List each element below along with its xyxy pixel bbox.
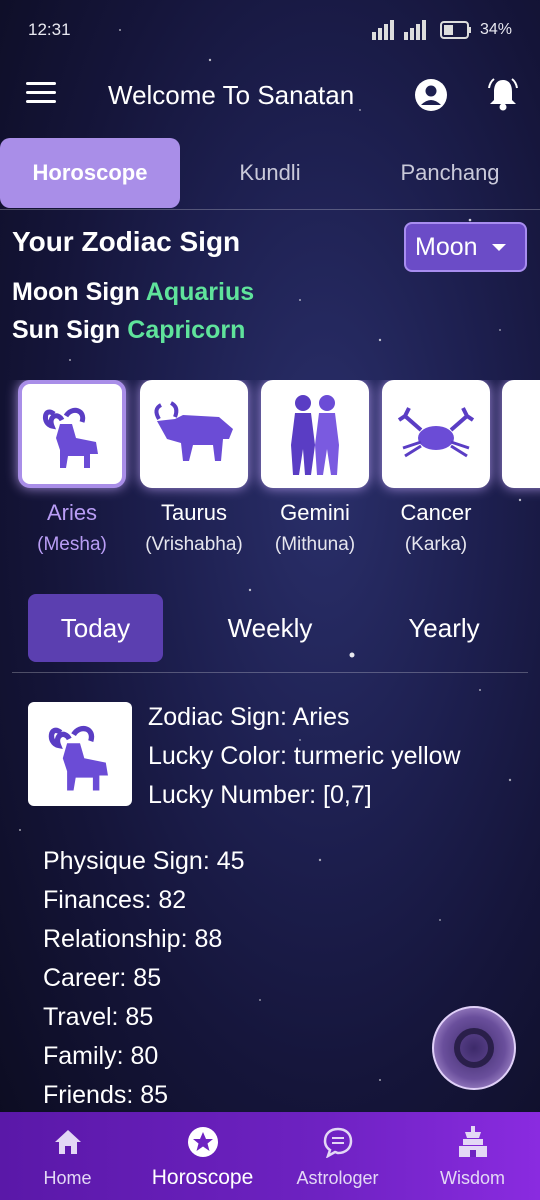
aries-icon bbox=[43, 407, 98, 468]
stat-finances: Finances: 82 bbox=[43, 886, 187, 914]
tab-yearly[interactable]: Yearly bbox=[375, 594, 513, 662]
horoscope-stats: Physique Sign: 45 Finances: 82 Relations… bbox=[43, 842, 245, 1115]
battery-percent: 34% bbox=[479, 21, 512, 38]
app-bar: Welcome To Sanatan bbox=[0, 62, 540, 128]
app-title: Welcome To Sanatan bbox=[108, 80, 355, 110]
zodiac-subname: (Mithuna) bbox=[274, 534, 356, 555]
moon-sign-line: Moon Sign Aquarius bbox=[12, 278, 255, 306]
zodiac-subname: (Mesha) bbox=[37, 534, 107, 555]
leo-icon bbox=[502, 380, 540, 488]
stat-family: Family: 80 bbox=[43, 1042, 159, 1070]
orb-icon bbox=[454, 1028, 494, 1068]
zodiac-name: Cancer bbox=[400, 500, 472, 525]
tab-panchang[interactable]: Panchang bbox=[360, 138, 540, 208]
chevron-down-icon bbox=[491, 243, 506, 251]
assistant-fab[interactable] bbox=[432, 1006, 516, 1090]
star-icon bbox=[187, 1127, 218, 1157]
zodiac-card-cancer[interactable]: Cancer (Karka) bbox=[382, 380, 490, 556]
zodiac-card-taurus[interactable]: Taurus (Vrishabha) bbox=[140, 380, 248, 556]
temple-icon bbox=[458, 1126, 487, 1157]
menu-icon[interactable] bbox=[26, 82, 56, 106]
home-icon bbox=[54, 1130, 81, 1154]
bottom-nav: Home Horoscope Astrologer Wisdom bbox=[0, 1112, 540, 1200]
tab-kundli[interactable]: Kundli bbox=[180, 138, 360, 208]
nav-wisdom[interactable]: Wisdom bbox=[405, 1112, 540, 1200]
main-tabs: Horoscope Kundli Panchang bbox=[0, 138, 540, 210]
gemini-icon bbox=[291, 395, 339, 475]
moon-sign-value: Aquarius bbox=[145, 278, 255, 306]
tab-weekly[interactable]: Weekly bbox=[200, 594, 340, 662]
signal-icon bbox=[371, 20, 426, 40]
zodiac-carousel[interactable]: Aries (Mesha) Taurus (Vrishabha) Gemini … bbox=[0, 380, 540, 560]
zodiac-name: Aries bbox=[46, 500, 98, 525]
zodiac-name: Taurus bbox=[160, 500, 228, 525]
battery-icon bbox=[439, 21, 471, 39]
status-bar: 12:31 34% bbox=[0, 0, 540, 60]
zodiac-card-gemini[interactable]: Gemini (Mithuna) bbox=[261, 380, 369, 556]
stat-career: Career: 85 bbox=[43, 964, 162, 992]
zodiac-details: Zodiac Sign: Aries Lucky Color: turmeric… bbox=[148, 698, 461, 815]
nav-horoscope[interactable]: Horoscope bbox=[135, 1112, 270, 1200]
taurus-icon bbox=[154, 401, 233, 461]
notification-bell-icon[interactable] bbox=[486, 76, 520, 112]
sign-type-dropdown[interactable]: Moon bbox=[404, 222, 527, 272]
zodiac-subname: (Vrishabha) bbox=[145, 534, 243, 555]
stat-friends: Friends: 85 bbox=[43, 1081, 169, 1109]
zodiac-subname: (Karka) bbox=[404, 534, 468, 555]
tab-today[interactable]: Today bbox=[28, 594, 163, 662]
aries-icon bbox=[48, 725, 108, 791]
stat-relationship: Relationship: 88 bbox=[43, 925, 223, 953]
cancer-icon bbox=[397, 407, 475, 458]
detail-zodiac-sign: Zodiac Sign: Aries bbox=[148, 703, 350, 731]
detail-lucky-number: Lucky Number: [0,7] bbox=[148, 781, 372, 809]
tab-horoscope[interactable]: Horoscope bbox=[0, 138, 180, 208]
nav-astrologer[interactable]: Astrologer bbox=[270, 1112, 405, 1200]
sun-sign-value: Capricorn bbox=[127, 316, 246, 344]
status-icons: 34% bbox=[371, 20, 512, 40]
zodiac-name: Gemini bbox=[280, 500, 350, 525]
zodiac-card-aries[interactable]: Aries (Mesha) bbox=[18, 380, 126, 556]
stat-travel: Travel: 85 bbox=[43, 1003, 154, 1031]
nav-home[interactable]: Home bbox=[0, 1112, 135, 1200]
period-tabs: Today Weekly Yearly bbox=[0, 594, 540, 674]
zodiac-card-next[interactable] bbox=[502, 380, 540, 488]
detail-lucky-color: Lucky Color: turmeric yellow bbox=[148, 742, 461, 770]
zodiac-heading: Your Zodiac Sign bbox=[12, 226, 241, 257]
divider bbox=[12, 672, 528, 673]
sun-sign-line: Sun Sign Capricorn bbox=[12, 316, 246, 344]
stat-physique: Physique Sign: 45 bbox=[43, 847, 245, 875]
profile-icon[interactable] bbox=[414, 78, 448, 112]
status-time: 12:31 bbox=[28, 20, 71, 39]
selected-zodiac-image bbox=[28, 702, 132, 806]
chat-icon bbox=[323, 1127, 352, 1158]
